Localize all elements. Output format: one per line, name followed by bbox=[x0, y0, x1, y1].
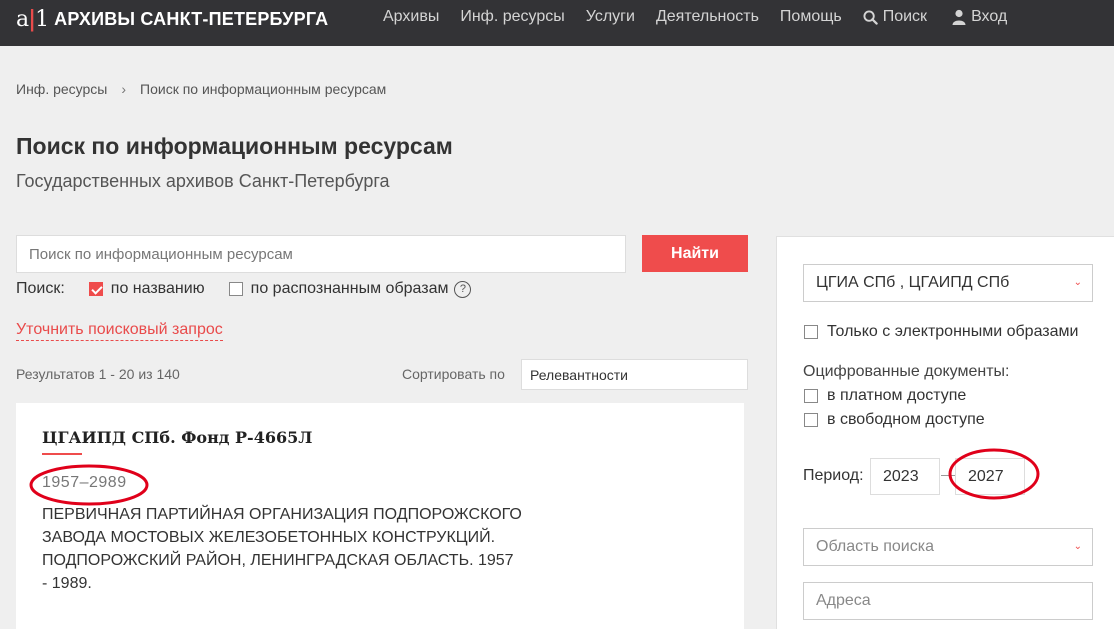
chevron-down-icon: ⌄ bbox=[1073, 541, 1082, 552]
site-logo[interactable]: a|1 АРХИВЫ САНКТ-ПЕТЕРБУРГА bbox=[16, 7, 328, 31]
nav-search[interactable]: Поиск bbox=[863, 8, 927, 26]
nav-item-info-resources[interactable]: Инф. ресурсы bbox=[460, 8, 564, 26]
main-nav: Архивы Инф. ресурсы Услуги Деятельность … bbox=[383, 8, 1028, 26]
sort-label: Сортировать по bbox=[402, 366, 505, 382]
search-by-name-checkbox[interactable] bbox=[88, 282, 103, 296]
period-to-input[interactable]: 2027 bbox=[955, 458, 1025, 495]
nav-item-archives[interactable]: Архивы bbox=[383, 8, 439, 26]
paid-access-label: в платном доступе bbox=[827, 387, 967, 404]
search-button[interactable]: Найти bbox=[642, 235, 748, 272]
period-label: Период: bbox=[803, 467, 864, 484]
search-by-name-label: по названию bbox=[110, 280, 205, 297]
free-access-option[interactable]: в свободном доступе bbox=[804, 411, 985, 429]
search-mode-label: Поиск: bbox=[16, 280, 65, 297]
period-from-input[interactable]: 2023 bbox=[870, 458, 940, 495]
free-access-label: в свободном доступе bbox=[827, 411, 985, 428]
paid-access-checkbox[interactable] bbox=[804, 389, 818, 403]
nav-search-label: Поиск bbox=[882, 8, 928, 25]
nav-item-help[interactable]: Помощь bbox=[780, 8, 842, 26]
page-title: Поиск по информационным ресурсам bbox=[16, 133, 453, 159]
breadcrumb-current: Поиск по информационным ресурсам bbox=[140, 81, 387, 97]
period-separator bbox=[941, 475, 955, 476]
nav-item-services[interactable]: Услуги bbox=[586, 8, 635, 26]
archive-select[interactable]: ЦГИА СПб , ЦГАИПД СПб ⌄ bbox=[803, 264, 1093, 302]
result-description: ПЕРВИЧНАЯ ПАРТИЙНАЯ ОРГАНИЗАЦИЯ ПОДПОРОЖ… bbox=[42, 506, 522, 592]
digitized-label: Оцифрованные документы: bbox=[803, 363, 1010, 380]
nav-login-label: Вход bbox=[971, 8, 1008, 25]
only-electronic-label: Только с электронными образами bbox=[827, 323, 1079, 340]
refine-search-link[interactable]: Уточнить поисковый запрос bbox=[16, 320, 223, 341]
search-by-name-option[interactable]: по названию bbox=[88, 280, 205, 298]
search-area-select[interactable]: Область поиска ⌄ bbox=[803, 528, 1093, 566]
site-title: АРХИВЫ САНКТ-ПЕТЕРБУРГА bbox=[54, 8, 329, 29]
search-input[interactable] bbox=[16, 235, 626, 273]
breadcrumb-parent[interactable]: Инф. ресурсы bbox=[16, 81, 107, 97]
breadcrumb-separator: › bbox=[121, 81, 127, 97]
only-electronic-checkbox[interactable] bbox=[804, 325, 818, 339]
search-mode-group: Поиск: по названию по распознанным образ… bbox=[16, 280, 495, 298]
chevron-down-icon: ⌄ bbox=[1073, 277, 1082, 288]
nav-item-activity[interactable]: Деятельность bbox=[656, 8, 759, 26]
filter-panel: ЦГИА СПб , ЦГАИПД СПб ⌄ Только с электро… bbox=[776, 236, 1114, 629]
search-icon bbox=[863, 9, 878, 25]
search-area-placeholder: Область поиска bbox=[816, 538, 934, 555]
archive-select-value: ЦГИА СПб , ЦГАИПД СПб bbox=[816, 274, 1010, 291]
sort-select[interactable]: Релевантности bbox=[521, 359, 748, 390]
only-electronic-option[interactable]: Только с электронными образами bbox=[804, 323, 1078, 341]
results-count: Результатов 1 - 20 из 140 bbox=[16, 366, 180, 382]
result-title[interactable]: ЦГАИПД СПб. Фонд Р-4665Л bbox=[42, 428, 312, 447]
breadcrumb: Инф. ресурсы › Поиск по информационным р… bbox=[16, 81, 386, 97]
help-icon[interactable]: ? bbox=[454, 280, 472, 298]
top-navigation-bar: a|1 АРХИВЫ САНКТ-ПЕТЕРБУРГА Архивы Инф. … bbox=[0, 0, 1114, 46]
nav-login[interactable]: Вход bbox=[952, 8, 1007, 26]
page-subtitle: Государственных архивов Санкт-Петербурга bbox=[16, 171, 390, 191]
result-title-underline bbox=[42, 453, 82, 455]
user-icon bbox=[952, 9, 966, 25]
search-by-images-option[interactable]: по распознанным образам ? bbox=[228, 280, 472, 298]
search-by-images-checkbox[interactable] bbox=[228, 282, 243, 296]
search-by-images-label: по распознанным образам bbox=[250, 280, 449, 297]
result-card: ЦГАИПД СПб. Фонд Р-4665Л 1957–2989 ПЕРВИ… bbox=[16, 403, 744, 629]
free-access-checkbox[interactable] bbox=[804, 413, 818, 427]
logo-mark: a|1 bbox=[16, 5, 49, 32]
result-dates: 1957–2989 bbox=[42, 474, 127, 491]
address-input[interactable]: Адреса bbox=[803, 582, 1093, 620]
paid-access-option[interactable]: в платном доступе bbox=[804, 387, 966, 405]
